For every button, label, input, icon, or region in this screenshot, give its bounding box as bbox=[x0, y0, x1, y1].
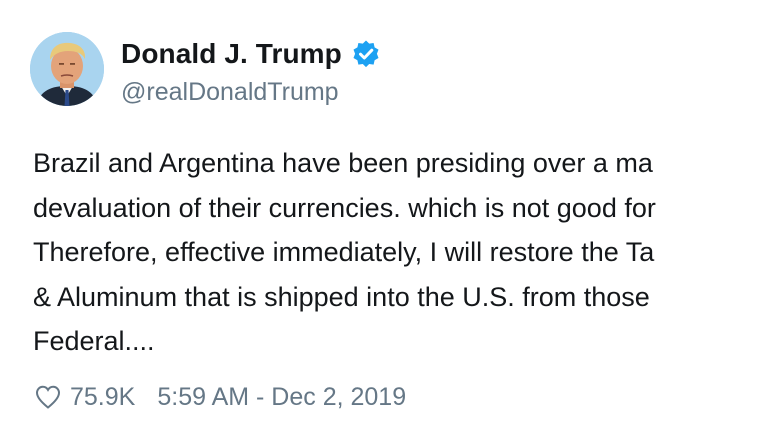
tweet-timestamp[interactable]: 5:59 AM - Dec 2, 2019 bbox=[157, 383, 406, 412]
author-handle[interactable]: @realDonaldTrump bbox=[121, 78, 339, 107]
tweet-text-line: Federal.... bbox=[33, 326, 155, 356]
verified-badge-icon bbox=[351, 39, 381, 69]
author-row: Donald J. Trump bbox=[121, 36, 381, 72]
avatar-image bbox=[30, 32, 104, 106]
avatar[interactable] bbox=[30, 32, 104, 106]
tweet-meta-row: 75.9K 5:59 AM - Dec 2, 2019 bbox=[34, 380, 406, 414]
like-button[interactable]: 75.9K bbox=[34, 383, 135, 412]
tweet-card: Donald J. Trump @realDonaldTrump Brazil … bbox=[0, 0, 768, 432]
tweet-text-line: devaluation of their currencies. which i… bbox=[33, 192, 656, 223]
like-count: 75.9K bbox=[70, 382, 136, 411]
tweet-text-line: & Aluminum that is shipped into the U.S.… bbox=[33, 281, 650, 312]
author-display-name[interactable]: Donald J. Trump bbox=[121, 38, 342, 70]
tweet-text-line: Therefore, effective immediately, I will… bbox=[33, 237, 655, 267]
tweet-text-line: Brazil and Argentina have been presiding… bbox=[33, 148, 653, 178]
tweet-text: Brazil and Argentina have been presiding… bbox=[33, 141, 768, 364]
heart-icon[interactable] bbox=[34, 383, 62, 411]
